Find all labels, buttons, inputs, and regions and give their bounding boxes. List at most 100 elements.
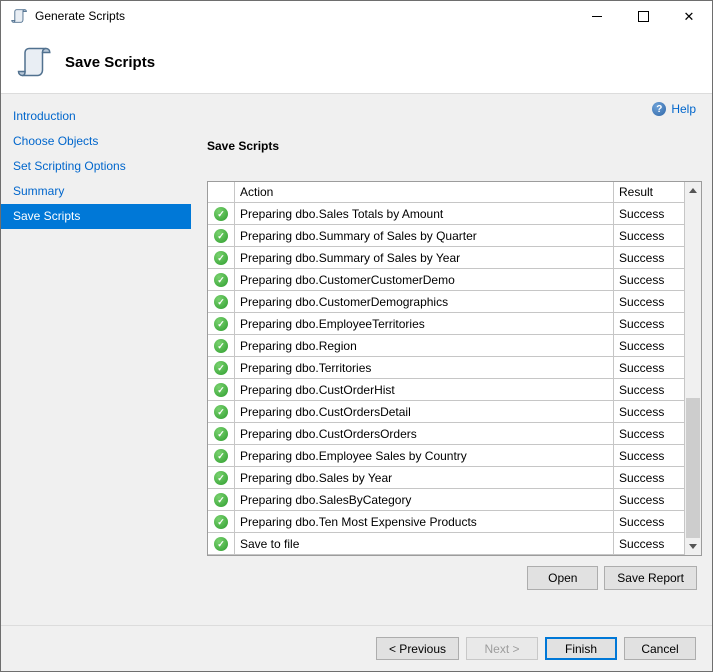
minimize-icon [592,16,602,17]
next-button[interactable]: Next > [466,637,538,660]
row-action: Preparing dbo.Summary of Sales by Year [235,247,614,268]
table-row[interactable]: Preparing dbo.SalesByCategory Success [208,489,684,511]
row-result: Success [614,511,684,532]
row-action: Preparing dbo.Territories [235,357,614,378]
save-report-button[interactable]: Save Report [604,566,697,590]
section-title: Save Scripts [207,139,279,153]
row-result: Success [614,291,684,312]
table-row[interactable]: Preparing dbo.CustOrdersOrders Success [208,423,684,445]
table-row[interactable]: Preparing dbo.CustOrdersDetail Success [208,401,684,423]
close-icon: ✕ [684,10,695,23]
row-status-cell [208,423,235,444]
check-circle-icon [214,251,228,265]
sidebar-item-label: Choose Objects [13,134,98,148]
sidebar-item-save-scripts[interactable]: Save Scripts [1,204,191,229]
row-result: Success [614,533,684,554]
table-row[interactable]: Preparing dbo.CustomerCustomerDemo Succe… [208,269,684,291]
check-circle-icon [214,471,228,485]
column-header-action: Action [235,182,614,202]
scrollbar-thumb[interactable] [686,398,700,538]
row-action: Preparing dbo.CustOrdersDetail [235,401,614,422]
table-row[interactable]: Preparing dbo.Employee Sales by Country … [208,445,684,467]
table-body: Preparing dbo.Sales Totals by Amount Suc… [208,203,684,555]
close-button[interactable]: ✕ [666,1,712,31]
row-status-cell [208,247,235,268]
column-header-status [208,182,235,202]
row-result: Success [614,401,684,422]
arrow-up-icon [689,188,697,193]
table-row[interactable]: Preparing dbo.CustomerDemographics Succe… [208,291,684,313]
row-result: Success [614,489,684,510]
sidebar-item-summary[interactable]: Summary [1,179,191,204]
app-scroll-icon [11,9,27,23]
maximize-button[interactable] [620,1,666,31]
row-result: Success [614,313,684,334]
check-circle-icon [214,383,228,397]
row-result: Success [614,335,684,356]
row-action: Preparing dbo.CustomerDemographics [235,291,614,312]
table-row[interactable]: Preparing dbo.Region Success [208,335,684,357]
check-circle-icon [214,361,228,375]
row-result: Success [614,379,684,400]
main-content: ? Help Save Scripts Action Result Prepar… [191,94,712,625]
scroll-down-button[interactable] [685,538,701,555]
row-status-cell [208,533,235,554]
check-circle-icon [214,229,228,243]
help-label: Help [671,102,696,116]
row-status-cell [208,401,235,422]
row-result: Success [614,445,684,466]
table-row[interactable]: Preparing dbo.Summary of Sales by Year S… [208,247,684,269]
help-link[interactable]: ? Help [652,102,696,116]
table-row[interactable]: Preparing dbo.Ten Most Expensive Product… [208,511,684,533]
finish-button[interactable]: Finish [545,637,617,660]
row-action: Preparing dbo.CustOrdersOrders [235,423,614,444]
check-circle-icon [214,339,228,353]
cancel-button[interactable]: Cancel [624,637,696,660]
row-result: Success [614,357,684,378]
table-row[interactable]: Save to file Success [208,533,684,555]
row-status-cell [208,225,235,246]
table-row[interactable]: Preparing dbo.EmployeeTerritories Succes… [208,313,684,335]
footer-buttons: < Previous Next > Finish Cancel [376,637,696,660]
check-circle-icon [214,295,228,309]
table-row[interactable]: Preparing dbo.Sales Totals by Amount Suc… [208,203,684,225]
row-result: Success [614,203,684,224]
row-result: Success [614,225,684,246]
row-status-cell [208,445,235,466]
minimize-button[interactable] [574,1,620,31]
row-action: Preparing dbo.Region [235,335,614,356]
check-circle-icon [214,493,228,507]
window-title: Generate Scripts [35,9,574,23]
row-status-cell [208,357,235,378]
sidebar-item-introduction[interactable]: Introduction [1,104,191,129]
table-scrollbar[interactable] [684,182,701,555]
sidebar-item-label: Summary [13,184,64,198]
sidebar-item-set-scripting-options[interactable]: Set Scripting Options [1,154,191,179]
row-status-cell [208,489,235,510]
scroll-up-button[interactable] [685,182,701,199]
row-result: Success [614,467,684,488]
sidebar-item-choose-objects[interactable]: Choose Objects [1,129,191,154]
maximize-icon [638,11,649,22]
table-row[interactable]: Preparing dbo.Territories Success [208,357,684,379]
wizard-steps-nav: Introduction Choose Objects Set Scriptin… [1,94,191,625]
table-row[interactable]: Preparing dbo.Sales by Year Success [208,467,684,489]
row-action: Preparing dbo.CustOrderHist [235,379,614,400]
previous-button[interactable]: < Previous [376,637,459,660]
table-row[interactable]: Preparing dbo.Summary of Sales by Quarte… [208,225,684,247]
wizard-header: Save Scripts [1,31,712,94]
table-row[interactable]: Preparing dbo.CustOrderHist Success [208,379,684,401]
progress-table: Action Result Preparing dbo.Sales Totals… [207,181,702,556]
table-header-row: Action Result [208,182,684,203]
row-action: Preparing dbo.Sales Totals by Amount [235,203,614,224]
check-circle-icon [214,405,228,419]
row-status-cell [208,335,235,356]
row-action: Preparing dbo.SalesByCategory [235,489,614,510]
row-status-cell [208,313,235,334]
report-actions: Open Save Report [527,566,697,590]
check-circle-icon [214,537,228,551]
sidebar-item-label: Set Scripting Options [13,159,126,173]
open-button[interactable]: Open [527,566,598,590]
check-circle-icon [214,207,228,221]
row-result: Success [614,423,684,444]
